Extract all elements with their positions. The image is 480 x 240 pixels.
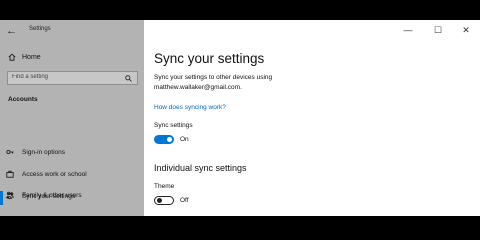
description-line: Sync your settings to other devices usin…: [154, 74, 273, 81]
theme-state: Off: [180, 197, 189, 204]
sidebar-item-sync-settings[interactable]: Sync your settings: [6, 192, 75, 200]
sync-icon: [6, 192, 14, 200]
search-box[interactable]: [7, 71, 138, 85]
briefcase-icon: [6, 170, 14, 178]
selected-indicator: [0, 191, 3, 205]
how-sync-works-link[interactable]: How does syncing work?: [154, 104, 226, 111]
minimize-button[interactable]: —: [398, 23, 418, 37]
sidebar-home-label: Home: [22, 53, 41, 61]
individual-sync-heading: Individual sync settings: [154, 163, 247, 173]
main-content: — ☐ ✕ Sync your settings Sync your setti…: [144, 20, 480, 216]
search-input[interactable]: [12, 74, 122, 80]
settings-window: ← Settings Home Accounts Sign-in options: [0, 20, 480, 216]
sync-description: Sync your settings to other devices usin…: [154, 73, 272, 93]
theme-label: Theme: [154, 183, 175, 190]
sidebar-item-label: Sign-in options: [22, 148, 65, 156]
close-button[interactable]: ✕: [456, 23, 476, 37]
sidebar-item-home[interactable]: Home: [8, 53, 41, 61]
window-title: Settings: [29, 26, 51, 32]
back-arrow-icon[interactable]: ←: [6, 25, 18, 37]
sidebar-item-label: Access work or school: [22, 170, 87, 178]
toggle-knob: [167, 137, 172, 142]
home-icon: [8, 53, 16, 61]
account-email: matthew.wallaker@gmail.com.: [154, 84, 242, 91]
search-icon[interactable]: [125, 75, 132, 82]
key-icon: [6, 150, 14, 154]
page-title: Sync your settings: [154, 51, 265, 66]
sync-settings-label: Sync settings: [154, 122, 193, 129]
theme-toggle[interactable]: [154, 196, 174, 205]
sidebar: ← Settings Home Accounts Sign-in options: [0, 20, 144, 216]
toggle-knob: [157, 198, 162, 203]
sidebar-item-sign-in-options[interactable]: Sign-in options: [6, 148, 65, 156]
maximize-button[interactable]: ☐: [428, 23, 448, 37]
sidebar-item-access-work[interactable]: Access work or school: [6, 170, 87, 178]
sidebar-item-label: Sync your settings: [22, 192, 76, 200]
sync-settings-state: On: [180, 136, 189, 143]
section-heading-accounts: Accounts: [8, 96, 38, 103]
sync-settings-toggle[interactable]: [154, 135, 174, 144]
